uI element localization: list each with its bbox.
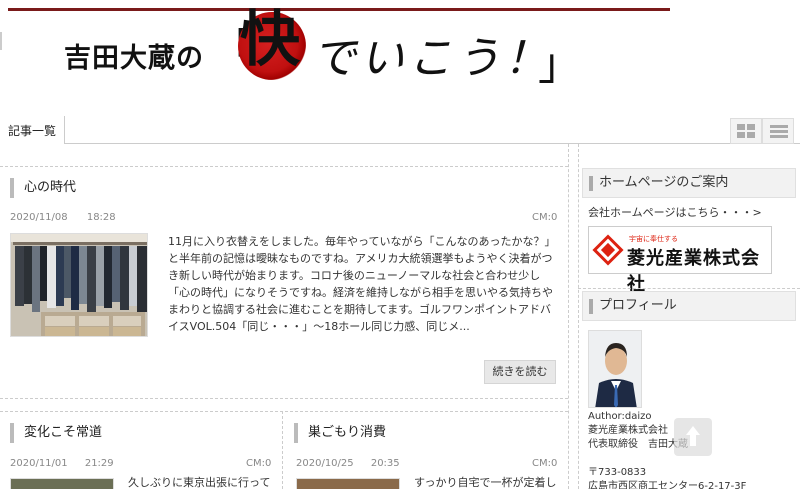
post-date: 2020/10/25 20:35 (296, 458, 400, 469)
profile-address: 広島市西区商工センター6-2-17-3F (588, 481, 747, 489)
view-tabs-bar: 記事一覧 (0, 114, 800, 144)
diamond-logo-center (600, 242, 616, 258)
post-title[interactable]: 巣ごもり消費 (294, 423, 386, 443)
profile-postal-code: 〒733-0833 (588, 467, 647, 478)
post-row-divider (0, 411, 568, 412)
banner-kai-character: 快 (240, 5, 300, 75)
profile-role: 代表取締役 吉田大蔵 (588, 439, 688, 450)
excerpt-line: き新しい時代が始まります。コロナ後のニューノーマルな社会と合わせ少し (168, 269, 541, 282)
profile-photo (589, 331, 641, 407)
post-date: 2020/11/08 18:28 (10, 212, 116, 223)
diamond-logo-icon (592, 234, 624, 266)
closet-photo (11, 234, 147, 336)
arrow-up-icon (686, 426, 700, 435)
post-date-value: 2020/10/25 (296, 458, 354, 469)
banner-slogan: でいこう！ (312, 33, 552, 84)
banner-top-line (8, 8, 670, 11)
post-excerpt: 11月に入り衣替えをしました。毎年やっていながら「こんなのあったかな？」 と半年… (168, 233, 556, 335)
banner-bracket-close: 」 (538, 39, 582, 90)
grid-view-icon (737, 124, 755, 138)
post-date: 2020/11/01 21:29 (10, 458, 114, 469)
excerpt-line: まわりと協調する社会に進むことを期待してます。ゴルフワンポイントアドバ (168, 303, 552, 316)
excerpt-line: イスVOL.504「同じ・・・」〜18ホール同じ力感、同じメ... (168, 320, 470, 333)
excerpt-line: 「心の時代」になりそうですね。経済を維持しながら相手を思いやる気持ちや (168, 286, 553, 299)
main-column-divider (568, 144, 569, 489)
post-excerpt: すっかり自宅で一杯が定着し (414, 476, 557, 489)
profile-company: 菱光産業株式会社 (588, 425, 668, 436)
blog-page: 吉田大蔵の 「 快 でいこう！ 」 記事一覧 心の時代 2020/11/08 1… (0, 0, 800, 489)
post-thumbnail[interactable] (10, 233, 148, 337)
post-grid-divider (282, 411, 283, 489)
avatar (588, 330, 642, 408)
post-time-value: 21:29 (84, 458, 114, 469)
arrow-up-stem (690, 435, 696, 446)
list-view-button[interactable] (762, 118, 794, 144)
company-logo-banner[interactable]: 宇宙に奉仕する 菱光産業株式会社 (588, 226, 772, 295)
post-title[interactable]: 変化こそ常道 (10, 423, 102, 443)
post-comment-count: CM:0 (532, 458, 558, 469)
post-date-value: 2020/11/08 (10, 212, 68, 223)
post-comment-count: CM:0 (246, 458, 272, 469)
sidebar-separator (578, 288, 800, 289)
banner-edge (0, 32, 2, 50)
post-time-value: 20:35 (370, 458, 400, 469)
post-title[interactable]: 心の時代 (10, 178, 76, 198)
profile-widget-heading: プロフィール (582, 291, 796, 321)
post-date-value: 2020/11/01 (10, 458, 68, 469)
post-thumbnail[interactable] (10, 478, 114, 489)
read-more-button[interactable]: 続きを読む (484, 360, 556, 384)
profile-author: Author:daizo (588, 411, 652, 422)
post-top-divider (0, 166, 568, 167)
scroll-to-top-button[interactable] (674, 418, 712, 456)
homepage-widget-heading: ホームページのご案内 (582, 168, 796, 198)
post-comment-count: CM:0 (532, 212, 558, 223)
excerpt-line: 11月に入り衣替えをしました。毎年やっていながら「こんなのあったかな？」 (168, 235, 556, 248)
list-view-icon (770, 125, 788, 138)
excerpt-line: と半年前の記憶は曖昧なものですね。アメリカ大統領選挙もようやく決着がつ (168, 252, 553, 265)
post-time-value: 18:28 (86, 212, 116, 223)
blog-header-banner[interactable]: 吉田大蔵の 「 快 でいこう！ 」 (0, 0, 800, 100)
grid-view-button[interactable] (730, 118, 762, 144)
company-homepage-link[interactable]: 会社ホームページはこちら・・・> (588, 206, 762, 219)
banner-title: 吉田大蔵の (64, 43, 204, 74)
post-excerpt: 久しぶりに東京出張に行って (128, 476, 271, 489)
post-separator (0, 398, 568, 399)
sidebar-divider (578, 144, 579, 489)
post-thumbnail[interactable] (296, 478, 400, 489)
logo-tagline: 宇宙に奉仕する (629, 235, 678, 243)
tab-article-list[interactable]: 記事一覧 (0, 116, 66, 144)
